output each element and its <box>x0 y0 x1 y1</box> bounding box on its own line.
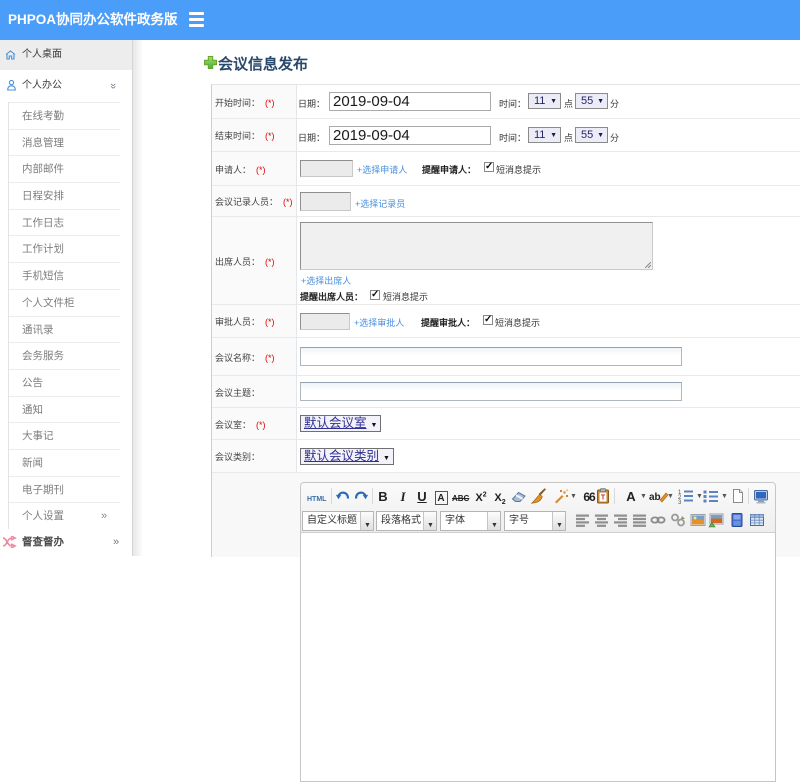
svg-text:3: 3 <box>678 500 682 504</box>
svg-text:ab: ab <box>649 492 661 503</box>
svg-text:T: T <box>601 495 606 502</box>
